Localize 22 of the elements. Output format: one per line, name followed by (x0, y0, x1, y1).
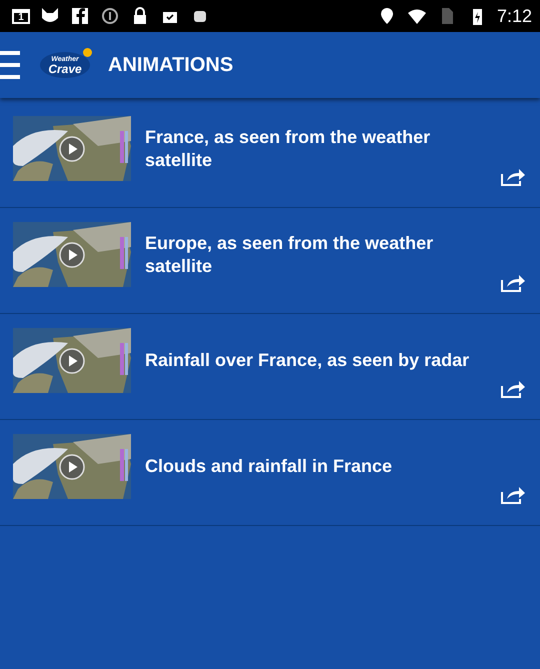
play-icon[interactable] (59, 136, 85, 162)
play-icon[interactable] (59, 242, 85, 268)
animation-item[interactable]: France, as seen from the weather satellite (0, 102, 540, 208)
animation-item[interactable]: Rainfall over France, as seen by radar (0, 314, 540, 420)
share-icon[interactable] (500, 379, 526, 399)
animation-title: France, as seen from the weather satellite (145, 126, 432, 172)
animation-item[interactable]: Clouds and rainfall in France (0, 420, 540, 526)
screen-title: ANIMATIONS (108, 54, 234, 76)
play-icon[interactable] (59, 454, 85, 480)
facebook-icon (70, 6, 90, 26)
animation-item[interactable]: Europe, as seen from the weather satellite (0, 208, 540, 314)
menu-icon[interactable] (0, 51, 20, 79)
share-icon[interactable] (500, 273, 526, 293)
animation-title: Rainfall over France, as seen by radar (145, 349, 470, 372)
play-icon[interactable] (59, 348, 85, 374)
share-icon[interactable] (500, 167, 526, 187)
animation-title: Europe, as seen from the weather satellite (145, 232, 434, 278)
info-icon (100, 6, 120, 26)
share-icon[interactable] (500, 485, 526, 505)
animation-title: Clouds and rainfall in France (145, 455, 394, 478)
calendar-icon: 1 (12, 8, 30, 24)
clock-text: 7:12 (496, 6, 532, 26)
